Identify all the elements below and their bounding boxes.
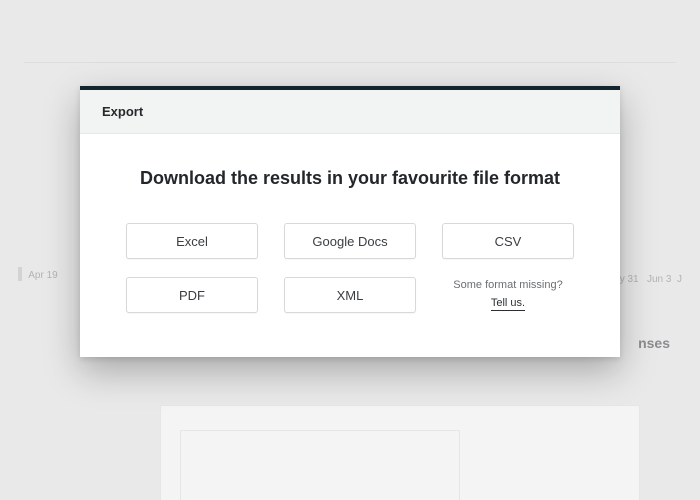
export-modal: Export Download the results in your favo…: [80, 86, 620, 357]
missing-format-text: Some format missing?: [453, 279, 562, 291]
format-pdf-button[interactable]: PDF: [126, 277, 258, 313]
modal-title: Download the results in your favourite f…: [126, 168, 574, 189]
modal-overlay: Export Download the results in your favo…: [0, 0, 700, 500]
tell-us-link[interactable]: Tell us.: [491, 297, 525, 311]
format-xml-button[interactable]: XML: [284, 277, 416, 313]
missing-format-prompt: Some format missing? Tell us.: [442, 277, 574, 312]
format-grid: Excel Google Docs CSV PDF XML Some forma…: [126, 223, 574, 313]
format-csv-button[interactable]: CSV: [442, 223, 574, 259]
modal-header: Export: [80, 90, 620, 134]
format-googledocs-button[interactable]: Google Docs: [284, 223, 416, 259]
modal-body: Download the results in your favourite f…: [80, 134, 620, 357]
format-excel-button[interactable]: Excel: [126, 223, 258, 259]
